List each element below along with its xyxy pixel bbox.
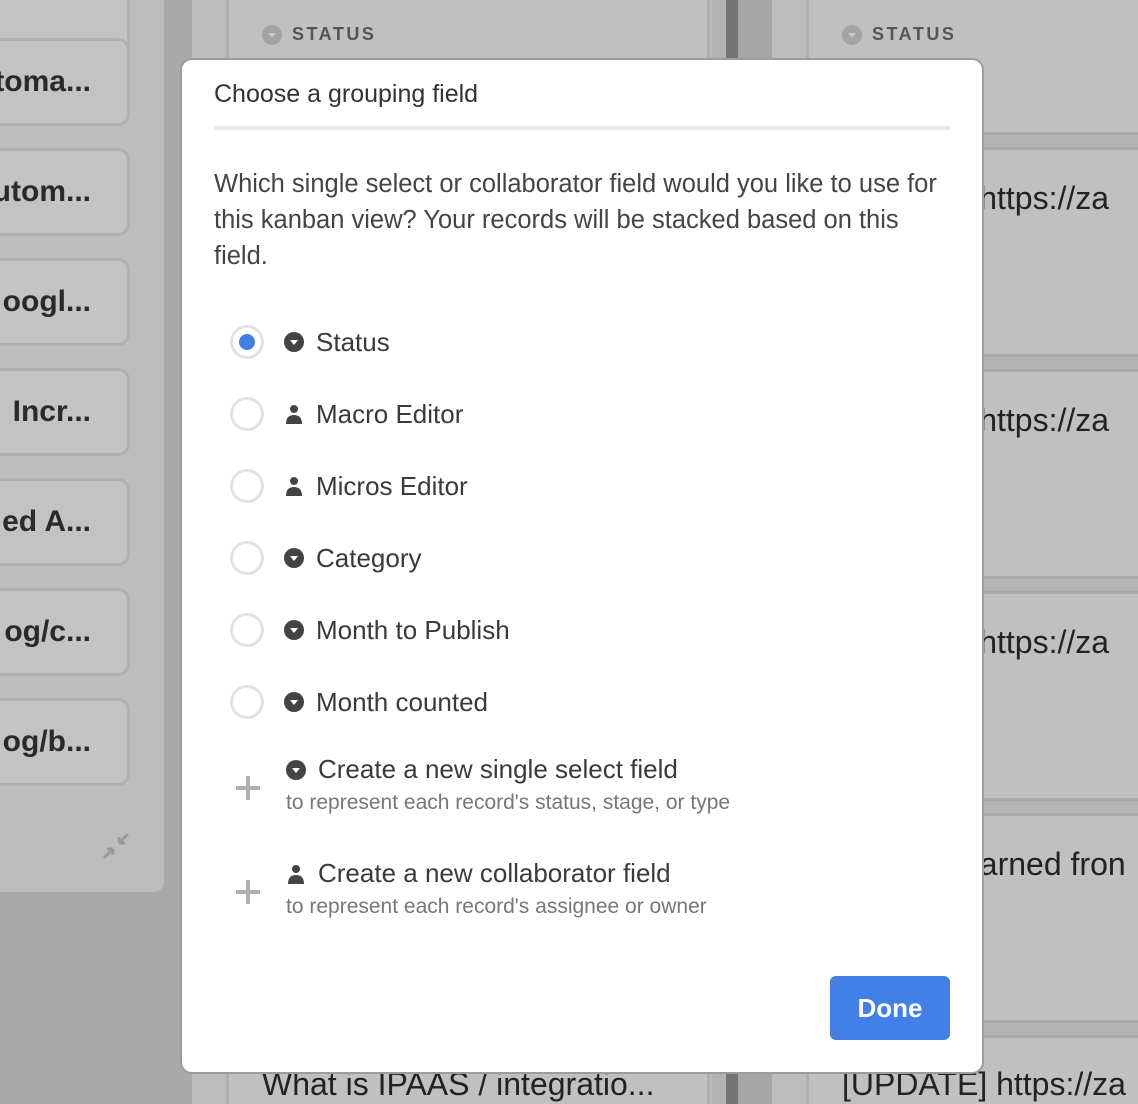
kanban-card[interactable]: ed A... <box>0 478 130 566</box>
create-collaborator-field[interactable]: Create a new collaborator field to repre… <box>234 858 707 919</box>
plus-icon <box>236 880 260 904</box>
option-month-counted[interactable]: Month counted <box>230 682 488 722</box>
single-select-icon <box>262 24 282 45</box>
single-select-icon <box>842 24 862 45</box>
card-title: toma... <box>0 65 91 98</box>
option-label: Macro Editor <box>316 398 464 429</box>
card-title[interactable]: | https://za <box>962 180 1109 217</box>
collaborator-icon <box>286 405 302 424</box>
single-select-icon <box>286 759 306 780</box>
option-status[interactable]: Status <box>230 322 390 362</box>
collaborator-icon <box>288 864 304 884</box>
kanban-card[interactable]: oogl... <box>0 258 130 346</box>
create-single-select-field[interactable]: Create a new single select field to repr… <box>234 754 730 815</box>
create-option-sublabel: to represent each record's assignee or o… <box>286 895 707 918</box>
option-month-to-publish[interactable]: Month to Publish <box>230 610 510 650</box>
kanban-card[interactable]: Incr... <box>0 368 130 456</box>
create-option-label: Create a new single select field <box>318 754 678 784</box>
kanban-card[interactable]: og/c... <box>0 588 130 676</box>
single-select-icon <box>284 692 304 712</box>
radio-button[interactable] <box>230 541 264 575</box>
column-header-label: STATUS <box>872 24 957 44</box>
single-select-icon <box>284 332 304 352</box>
radio-button[interactable] <box>230 613 264 647</box>
radio-button[interactable] <box>230 397 264 431</box>
kanban-card[interactable]: utom... <box>0 148 130 236</box>
divider <box>214 126 950 130</box>
dialog-title: Choose a grouping field <box>214 80 479 108</box>
create-option-sublabel: to represent each record's status, stage… <box>286 791 731 814</box>
radio-button[interactable] <box>230 685 264 719</box>
option-label: Status <box>316 326 390 357</box>
card-title[interactable]: earned fron <box>962 846 1126 883</box>
card-title: og/b... <box>2 725 91 758</box>
option-category[interactable]: Category <box>230 538 422 578</box>
option-label: Month counted <box>316 686 489 717</box>
option-label: Category <box>316 542 422 573</box>
card-title: Incr... <box>12 395 91 428</box>
collaborator-icon <box>286 477 302 496</box>
collapse-column-icon[interactable] <box>100 830 132 862</box>
option-label: Micros Editor <box>316 470 468 501</box>
kanban-card[interactable]: og/b... <box>0 698 130 786</box>
column-header-label: STATUS <box>292 24 377 44</box>
card-title: ed A... <box>2 505 91 538</box>
card-title[interactable]: | https://za <box>962 402 1109 439</box>
kanban-column-left: toma... utom... oogl... Incr... ed A... … <box>0 0 164 892</box>
single-select-icon <box>284 620 304 640</box>
option-macro-editor[interactable]: Macro Editor <box>230 394 463 434</box>
column-header-status: STATUS <box>262 24 376 45</box>
card-title[interactable]: | https://za <box>962 624 1109 661</box>
card-title: utom... <box>0 175 91 208</box>
option-label: Month to Publish <box>316 614 510 645</box>
dialog-description: Which single select or collaborator fiel… <box>214 170 937 270</box>
card-title: og/c... <box>4 615 91 648</box>
done-button[interactable]: Done <box>830 976 950 1040</box>
grouping-field-dialog: Choose a grouping field Which single sel… <box>180 58 984 1074</box>
single-select-icon <box>284 548 304 568</box>
radio-button[interactable] <box>230 469 264 503</box>
kanban-card[interactable]: toma... <box>0 38 130 126</box>
option-micros-editor[interactable]: Micros Editor <box>230 466 468 506</box>
column-header-status: STATUS <box>842 24 956 45</box>
card-title: oogl... <box>2 285 91 318</box>
create-option-label: Create a new collaborator field <box>318 858 671 888</box>
plus-icon <box>236 776 260 800</box>
radio-button-selected[interactable] <box>230 325 264 359</box>
